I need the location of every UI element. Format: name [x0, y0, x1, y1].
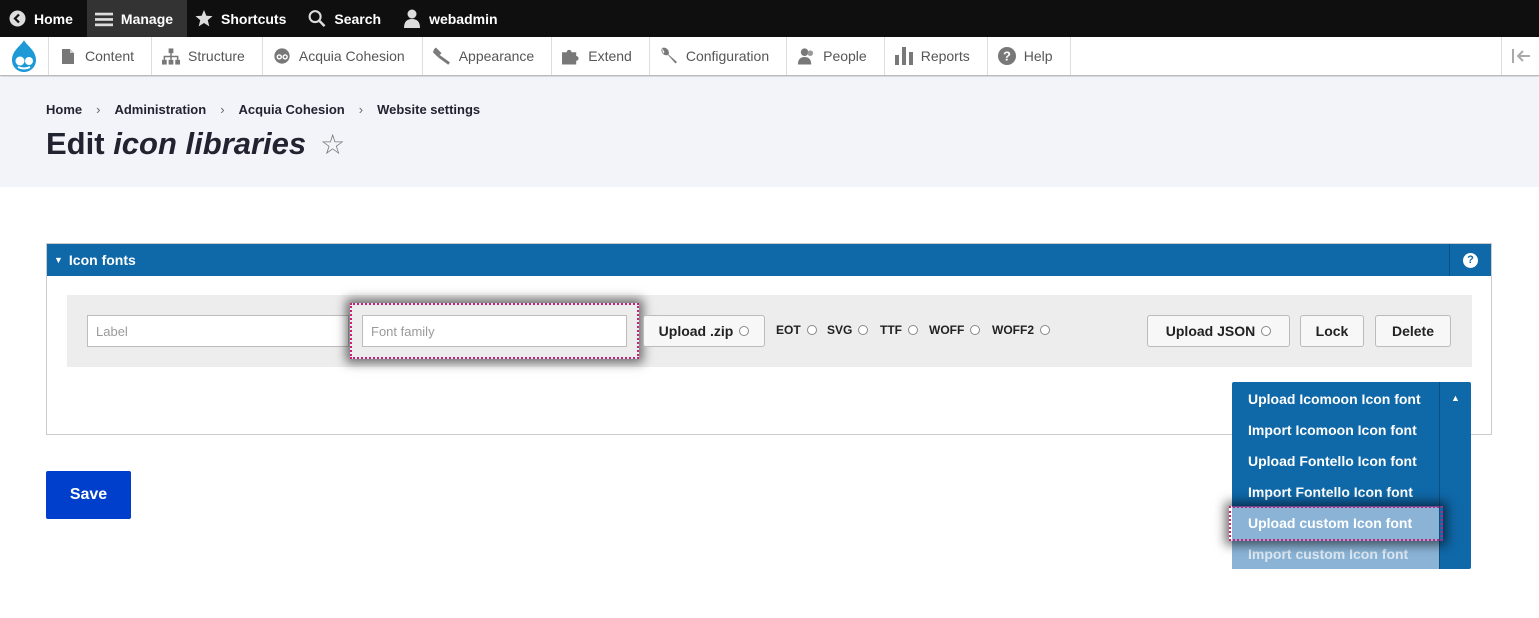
format-label: WOFF: [929, 323, 965, 337]
people-icon: [797, 47, 815, 65]
toolbar-home[interactable]: Home: [0, 0, 87, 37]
icon-fonts-heading: Icon fonts: [68, 252, 136, 268]
toolbar-shortcuts-label: Shortcuts: [221, 10, 287, 27]
collapse-tray-icon[interactable]: [1501, 37, 1539, 75]
puzzle-icon: [562, 47, 580, 65]
page-title: Edit icon libraries ☆: [46, 126, 345, 162]
tray-item-acquia-cohesion[interactable]: Acquia Cohesion: [263, 37, 423, 75]
status-radio-icon: [1040, 325, 1050, 335]
tray-item-label: Acquia Cohesion: [298, 48, 405, 64]
toolbar-user[interactable]: webadmin: [395, 0, 511, 37]
format-label: TTF: [880, 323, 902, 337]
icon-font-row: Label Font family Upload .zip EOT SVG TT…: [67, 295, 1472, 367]
save-button[interactable]: Save: [46, 471, 131, 519]
breadcrumb-acquia-cohesion[interactable]: Acquia Cohesion: [239, 102, 345, 117]
breadcrumb-separator: ›: [96, 102, 101, 117]
breadcrumb-separator: ›: [358, 102, 364, 117]
paintbrush-icon: [432, 47, 451, 65]
tray-item-label: Extend: [588, 48, 632, 64]
format-label: WOFF2: [992, 323, 1034, 337]
upload-zip-label: Upload .zip: [658, 323, 734, 339]
toolbar-user-label: webadmin: [429, 10, 498, 27]
format-ttf: TTF: [880, 323, 918, 337]
label-input[interactable]: Label: [87, 315, 349, 347]
toolbar-search[interactable]: Search: [300, 0, 395, 37]
breadcrumb-website-settings[interactable]: Website settings: [377, 102, 480, 117]
icon-fonts-panel-header[interactable]: ▼ Icon fonts ?: [47, 244, 1491, 276]
star-icon: [195, 9, 213, 28]
breadcrumb-administration[interactable]: Administration: [114, 102, 206, 117]
upload-fontello-item[interactable]: Upload Fontello Icon font: [1232, 445, 1439, 476]
toolbar-manage[interactable]: Manage: [86, 0, 188, 37]
tray-item-configuration[interactable]: Configuration: [650, 37, 788, 75]
svg-text:?: ?: [1003, 49, 1011, 64]
wrench-icon: [660, 47, 678, 65]
page-header: Home › Administration › Acquia Cohesion …: [0, 77, 1539, 187]
shortcut-star-icon[interactable]: ☆: [320, 128, 345, 161]
status-radio-icon: [970, 325, 981, 335]
format-label: SVG: [827, 323, 853, 337]
lock-button[interactable]: Lock: [1300, 315, 1364, 347]
toolbar-manage-label: Manage: [120, 10, 174, 27]
admin-tray: Content Structure Acquia Cohesion Appear…: [0, 37, 1539, 76]
status-radio-icon: [1261, 326, 1272, 336]
file-icon: [59, 47, 77, 65]
toolbar-home-label: Home: [34, 10, 73, 27]
user-icon: [403, 9, 421, 28]
tray-item-reports[interactable]: Reports: [885, 37, 988, 75]
back-arrow-icon: [8, 10, 26, 28]
format-label: EOT: [776, 323, 801, 337]
breadcrumb-separator: ›: [220, 102, 225, 117]
upload-zip-button[interactable]: Upload .zip: [643, 315, 765, 347]
status-radio-icon: [806, 325, 817, 335]
import-custom-item[interactable]: Import custom Icon font: [1232, 538, 1439, 569]
import-fontello-item[interactable]: Import Fontello Icon font: [1232, 476, 1439, 507]
status-radio-icon: [858, 325, 869, 335]
page-title-emphasis: icon libraries: [113, 126, 307, 161]
tray-item-appearance[interactable]: Appearance: [423, 37, 553, 75]
format-eot: EOT: [776, 323, 817, 337]
sitemap-icon: [162, 47, 181, 65]
delete-button[interactable]: Delete: [1375, 315, 1451, 347]
breadcrumb-home[interactable]: Home: [46, 102, 82, 117]
upload-json-label: Upload JSON: [1165, 323, 1256, 339]
tray-item-structure[interactable]: Structure: [152, 37, 263, 75]
format-woff: WOFF: [929, 323, 981, 337]
upload-custom-highlight: [1229, 506, 1443, 541]
tray-item-label: People: [823, 48, 867, 64]
search-icon: [308, 10, 326, 28]
upload-json-button[interactable]: Upload JSON: [1147, 315, 1290, 347]
toolbar-shortcuts[interactable]: Shortcuts: [187, 0, 300, 37]
format-woff2: WOFF2: [992, 323, 1050, 337]
dropdown-toggle-caret-icon[interactable]: ▲: [1439, 382, 1471, 569]
format-svg: SVG: [827, 323, 869, 337]
bar-chart-icon: [894, 47, 913, 65]
panel-help-button[interactable]: ?: [1449, 244, 1491, 276]
help-icon: ?: [997, 47, 1016, 65]
tray-item-label: Help: [1023, 48, 1053, 64]
upload-icomoon-item[interactable]: Upload Icomoon Icon font: [1232, 383, 1439, 414]
tray-item-people[interactable]: People: [787, 37, 885, 75]
tray-item-label: Reports: [920, 48, 970, 64]
tray-item-label: Structure: [188, 48, 245, 64]
collapse-triangle-icon: ▼: [54, 255, 63, 265]
tray-item-extend[interactable]: Extend: [552, 37, 650, 75]
drupal-logo-icon[interactable]: [0, 37, 49, 75]
breadcrumb: Home › Administration › Acquia Cohesion …: [46, 102, 480, 117]
tray-item-label: Content: [85, 48, 135, 64]
page-title-prefix: Edit: [46, 126, 105, 161]
status-radio-icon: [908, 325, 918, 335]
toolbar-search-label: Search: [334, 10, 382, 27]
admin-toolbar: Home Manage Shortcuts Search webadmin: [0, 0, 1539, 37]
status-radio-icon: [739, 326, 750, 336]
cohesion-icon: [273, 47, 291, 65]
help-icon: ?: [1463, 252, 1478, 268]
tray-item-label: Configuration: [685, 48, 770, 64]
tray-item-label: Appearance: [458, 48, 535, 64]
font-family-input[interactable]: Font family: [362, 315, 627, 347]
tray-item-help[interactable]: ? Help: [988, 37, 1071, 75]
tray-item-content[interactable]: Content: [49, 37, 153, 75]
import-icomoon-item[interactable]: Import Icomoon Icon font: [1232, 414, 1439, 445]
menu-icon: [94, 10, 113, 28]
